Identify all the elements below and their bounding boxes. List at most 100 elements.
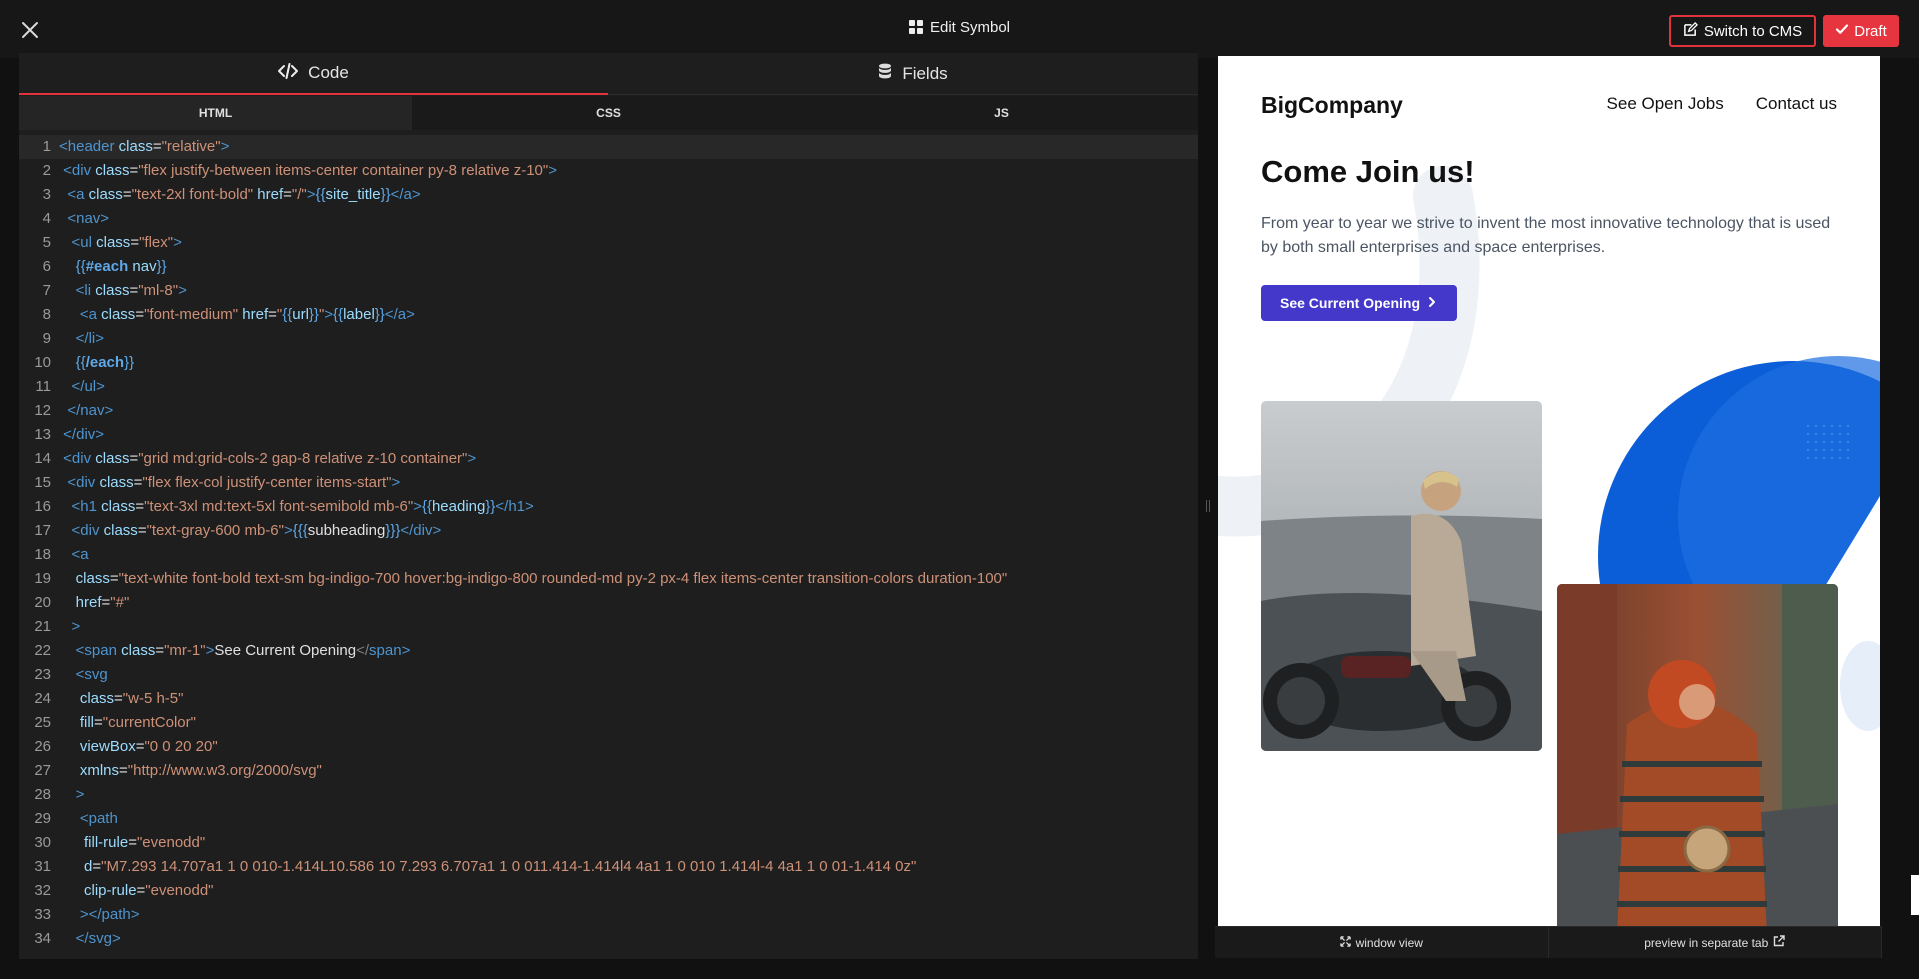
line-number: 8 bbox=[42, 306, 51, 323]
line-number: 33 bbox=[34, 906, 51, 923]
window-view-button[interactable]: window view bbox=[1215, 927, 1549, 958]
line-number: 9 bbox=[42, 330, 51, 347]
see-current-opening-button[interactable]: See Current Opening bbox=[1261, 285, 1457, 321]
code-text: class="w-5 h-5" bbox=[79, 690, 184, 707]
line-number: 18 bbox=[34, 546, 51, 563]
code-line[interactable]: 34 </svg> bbox=[19, 927, 1198, 951]
panel-resize-handle[interactable] bbox=[1206, 500, 1210, 512]
draft-button[interactable]: Draft bbox=[1823, 15, 1899, 47]
code-line[interactable]: 6 {{#each nav}} bbox=[19, 255, 1198, 279]
line-number: 25 bbox=[34, 714, 51, 731]
code-text: <header class="relative"> bbox=[59, 138, 230, 155]
code-text: </nav> bbox=[67, 402, 114, 419]
code-line[interactable]: 18 <a bbox=[19, 543, 1198, 567]
code-line[interactable]: 12 </nav> bbox=[19, 399, 1198, 423]
code-line[interactable]: 21 > bbox=[19, 615, 1198, 639]
code-text: d="M7.293 14.707a1 1 0 010-1.414L10.586 … bbox=[84, 858, 917, 875]
code-line[interactable]: 22 <span class="mr-1">See Current Openin… bbox=[19, 639, 1198, 663]
code-line[interactable]: 27 xmlns="http://www.w3.org/2000/svg" bbox=[19, 759, 1198, 783]
code-text: <li class="ml-8"> bbox=[75, 282, 187, 299]
live-preview: BigCompany See Open Jobs Contact us Come… bbox=[1218, 56, 1880, 926]
code-line[interactable]: 10 {{/each}} bbox=[19, 351, 1198, 375]
line-number: 2 bbox=[42, 162, 51, 179]
preview-separate-tab-button[interactable]: preview in separate tab bbox=[1549, 927, 1882, 958]
line-number: 5 bbox=[42, 234, 51, 251]
code-text: <ul class="flex"> bbox=[71, 234, 182, 251]
line-number: 7 bbox=[42, 282, 51, 299]
code-line[interactable]: 4 <nav> bbox=[19, 207, 1198, 231]
line-number: 10 bbox=[34, 354, 51, 371]
preview-site-title[interactable]: BigCompany bbox=[1261, 92, 1403, 119]
code-line[interactable]: 9 </li> bbox=[19, 327, 1198, 351]
code-text: href="#" bbox=[75, 594, 130, 611]
code-text: <div class="text-gray-600 mb-6">{{{subhe… bbox=[71, 522, 442, 539]
code-line[interactable]: 16 <h1 class="text-3xl md:text-5xl font-… bbox=[19, 495, 1198, 519]
tab-fields[interactable]: Fields bbox=[628, 53, 1198, 95]
code-text: <a bbox=[71, 546, 89, 563]
code-icon bbox=[278, 62, 299, 84]
chevron-right-icon bbox=[1426, 295, 1438, 311]
line-number: 34 bbox=[34, 930, 51, 947]
code-line[interactable]: 7 <li class="ml-8"> bbox=[19, 279, 1198, 303]
preview-subheading: From year to year we strive to invent th… bbox=[1261, 215, 1831, 256]
code-line[interactable]: 8 <a class="font-medium" href="{{url}}">… bbox=[19, 303, 1198, 327]
window-view-label: window view bbox=[1355, 935, 1423, 950]
code-line[interactable]: 5 <ul class="flex"> bbox=[19, 231, 1198, 255]
tab-html[interactable]: HTML bbox=[19, 96, 412, 130]
code-line[interactable]: 31 d="M7.293 14.707a1 1 0 010-1.414L10.5… bbox=[19, 855, 1198, 879]
code-line[interactable]: 32 clip-rule="evenodd" bbox=[19, 879, 1198, 903]
code-line[interactable]: 2 <div class="flex justify-between items… bbox=[19, 159, 1198, 183]
code-line[interactable]: 29 <path bbox=[19, 807, 1198, 831]
code-line[interactable]: 23 <svg bbox=[19, 663, 1198, 687]
tab-css[interactable]: CSS bbox=[412, 96, 805, 130]
expand-icon bbox=[1339, 935, 1351, 950]
line-number: 31 bbox=[34, 858, 51, 875]
code-line[interactable]: 25 fill="currentColor" bbox=[19, 711, 1198, 735]
code-line[interactable]: 15 <div class="flex flex-col justify-cen… bbox=[19, 471, 1198, 495]
code-text: {{/each}} bbox=[75, 354, 135, 371]
tab-code-label: Code bbox=[308, 63, 349, 82]
code-line[interactable]: 20 href="#" bbox=[19, 591, 1198, 615]
scrollbar-thumb[interactable] bbox=[1911, 875, 1919, 915]
code-line[interactable]: 33 ></path> bbox=[19, 903, 1198, 927]
preview-nav-contact[interactable]: Contact us bbox=[1756, 94, 1837, 114]
code-text: class="text-white font-bold text-sm bg-i… bbox=[75, 570, 1008, 587]
code-text: <a class="text-2xl font-bold" href="/">{… bbox=[67, 186, 421, 203]
code-line[interactable]: 17 <div class="text-gray-600 mb-6">{{{su… bbox=[19, 519, 1198, 543]
line-number: 30 bbox=[34, 834, 51, 851]
line-number: 27 bbox=[34, 762, 51, 779]
code-line[interactable]: 3 <a class="text-2xl font-bold" href="/"… bbox=[19, 183, 1198, 207]
code-line[interactable]: 14 <div class="grid md:grid-cols-2 gap-8… bbox=[19, 447, 1198, 471]
preview-nav: See Open Jobs Contact us bbox=[1607, 94, 1837, 114]
tab-js[interactable]: JS bbox=[805, 96, 1198, 130]
editor-title: Edit Symbol bbox=[0, 19, 1919, 38]
code-text: </div> bbox=[63, 426, 105, 443]
code-line[interactable]: 19 class="text-white font-bold text-sm b… bbox=[19, 567, 1198, 591]
code-text: clip-rule="evenodd" bbox=[84, 882, 214, 899]
tab-code[interactable]: Code bbox=[19, 53, 608, 95]
database-icon bbox=[878, 63, 892, 85]
code-line[interactable]: 13 </div> bbox=[19, 423, 1198, 447]
grid-icon bbox=[908, 20, 923, 38]
line-number: 17 bbox=[34, 522, 51, 539]
code-line[interactable]: 26 viewBox="0 0 20 20" bbox=[19, 735, 1198, 759]
switch-to-cms-button[interactable]: Switch to CMS bbox=[1669, 15, 1816, 47]
code-line[interactable]: 28 > bbox=[19, 783, 1198, 807]
code-text: <nav> bbox=[67, 210, 110, 227]
code-area[interactable]: 1 <header class="relative"> 2 <div class="… bbox=[19, 135, 1198, 959]
line-number: 22 bbox=[34, 642, 51, 659]
woman-portrait-image bbox=[1557, 584, 1838, 926]
code-line[interactable]: 30 fill-rule="evenodd" bbox=[19, 831, 1198, 855]
code-line[interactable]: 1 <header class="relative"> bbox=[19, 135, 1198, 159]
line-number: 28 bbox=[34, 786, 51, 803]
code-text: > bbox=[71, 618, 81, 635]
code-line[interactable]: 24 class="w-5 h-5" bbox=[19, 687, 1198, 711]
code-text: <h1 class="text-3xl md:text-5xl font-sem… bbox=[71, 498, 534, 515]
code-line[interactable]: 11 </ul> bbox=[19, 375, 1198, 399]
line-number: 6 bbox=[42, 258, 51, 275]
preview-nav-open-jobs[interactable]: See Open Jobs bbox=[1607, 94, 1724, 114]
code-text: <div class="flex justify-between items-c… bbox=[63, 162, 557, 179]
code-text: <div class="flex flex-col justify-center… bbox=[67, 474, 401, 491]
code-text: ></path> bbox=[79, 906, 140, 923]
code-text: <path bbox=[79, 810, 118, 827]
